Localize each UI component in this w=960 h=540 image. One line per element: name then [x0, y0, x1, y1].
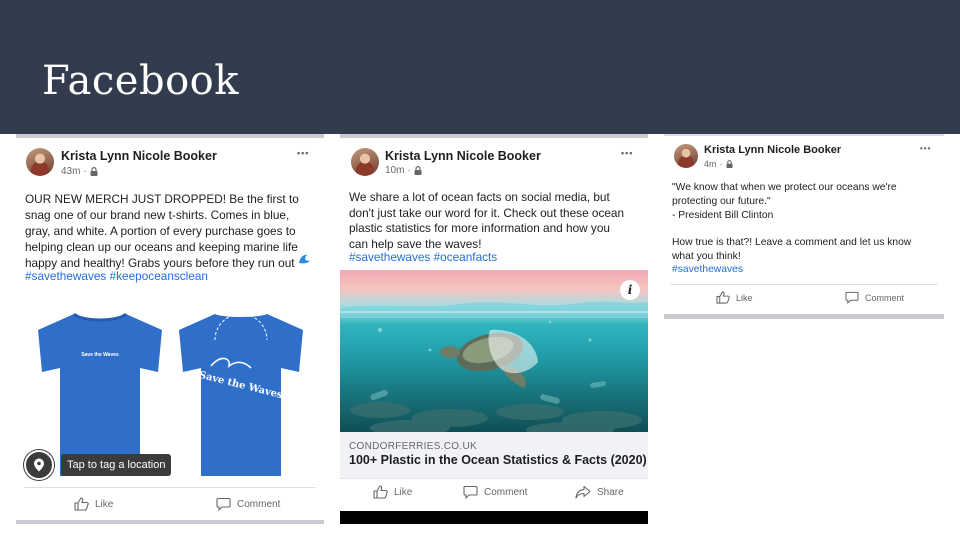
like-button[interactable]: Like: [74, 497, 113, 511]
link-preview-caption[interactable]: CONDORFERRIES.CO.UK 100+ Plastic in the …: [340, 432, 648, 478]
slide-header: Facebook: [0, 0, 960, 134]
tag-location-tooltip[interactable]: Tap to tag a location: [61, 454, 172, 476]
shirt-front-text: Save the Waves: [81, 352, 119, 358]
lock-icon: [90, 167, 98, 176]
link-title[interactable]: 100+ Plastic in the Ocean Statistics & F…: [349, 453, 647, 467]
post-text: OUR NEW MERCH JUST DROPPED! Be the first…: [25, 192, 299, 270]
post-hashtags[interactable]: #savethewaves #oceanfacts: [349, 250, 497, 264]
avatar[interactable]: [26, 148, 54, 176]
like-icon: [74, 497, 89, 511]
slide-title: Facebook: [42, 58, 239, 104]
post-meta: 4m ·: [704, 159, 733, 169]
comment-label: Comment: [865, 292, 905, 303]
more-icon[interactable]: •••: [297, 148, 309, 158]
comment-label: Comment: [484, 486, 528, 498]
comment-icon: [845, 291, 859, 304]
lock-icon: [414, 166, 422, 175]
like-button[interactable]: Like: [373, 485, 412, 499]
post-author[interactable]: Krista Lynn Nicole Booker: [704, 144, 841, 156]
location-pin-icon[interactable]: [24, 450, 54, 480]
info-icon[interactable]: i: [620, 280, 640, 300]
post-clinton-quote: Krista Lynn Nicole Booker 4m · ••• "We k…: [664, 134, 944, 320]
action-divider: [24, 487, 316, 488]
post-author[interactable]: Krista Lynn Nicole Booker: [385, 149, 541, 163]
post-author[interactable]: Krista Lynn Nicole Booker: [61, 149, 217, 163]
shirt-back-image: Save the Waves: [179, 313, 303, 476]
like-label: Like: [95, 498, 114, 510]
like-icon: [716, 291, 730, 304]
post-time[interactable]: 4m: [704, 159, 717, 169]
like-button[interactable]: Like: [716, 291, 753, 304]
avatar[interactable]: [674, 144, 698, 168]
action-divider: [670, 284, 938, 285]
post-top-border: [16, 134, 324, 138]
share-label: Share: [597, 486, 624, 498]
comment-icon: [216, 497, 231, 511]
post-meta: 43m ·: [61, 166, 98, 177]
more-icon[interactable]: •••: [920, 144, 931, 153]
like-icon: [373, 485, 388, 499]
turtle-scene: [340, 301, 648, 432]
comment-icon: [463, 485, 478, 499]
wave-emoji-icon: [298, 252, 311, 270]
link-domain: CONDORFERRIES.CO.UK: [349, 441, 477, 452]
action-divider: [340, 478, 648, 479]
merch-image[interactable]: Save the Waves Save the Waves Tap to tag…: [16, 300, 324, 480]
post-ocean-facts-actions: Like Comment Share: [340, 478, 648, 524]
post-text: "We know that when we protect our oceans…: [672, 182, 912, 262]
post-meta: 10m ·: [385, 165, 422, 176]
post-hashtags[interactable]: #savethewaves #keepoceansclean: [25, 269, 208, 283]
post-text: We share a lot of ocean facts on social …: [349, 190, 625, 251]
comment-button[interactable]: Comment: [216, 497, 280, 511]
like-label: Like: [736, 292, 753, 303]
post-time[interactable]: 43m: [61, 166, 80, 177]
like-label: Like: [394, 486, 413, 498]
post-bottom-border: [16, 520, 324, 524]
avatar[interactable]: [351, 148, 379, 176]
comment-label: Comment: [237, 498, 281, 510]
comment-button[interactable]: Comment: [845, 291, 904, 304]
link-preview-image[interactable]: i: [340, 270, 648, 432]
share-icon: [575, 485, 591, 499]
comment-button[interactable]: Comment: [463, 485, 527, 499]
post-hashtags[interactable]: #savethewaves: [672, 264, 743, 275]
share-button[interactable]: Share: [575, 485, 624, 499]
more-icon[interactable]: •••: [621, 148, 633, 158]
meta-dot: ·: [719, 159, 723, 169]
lock-icon: [725, 160, 733, 168]
post-time[interactable]: 10m: [385, 165, 404, 176]
post-bottom-border: [664, 314, 944, 319]
post-top-border: [664, 134, 944, 136]
post-bottom-bar: [340, 511, 648, 524]
post-top-border: [340, 134, 648, 138]
meta-dot: ·: [407, 165, 411, 176]
meta-dot: ·: [83, 166, 87, 177]
